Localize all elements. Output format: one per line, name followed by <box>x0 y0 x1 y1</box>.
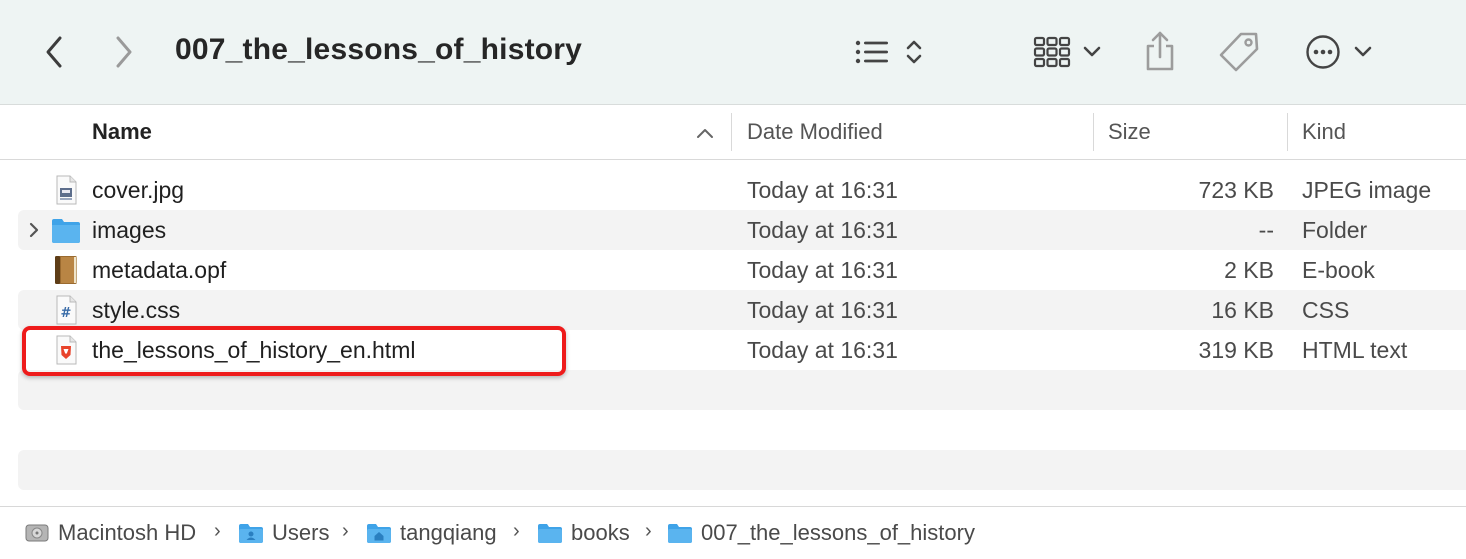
path-item-label: Macintosh HD <box>58 520 197 545</box>
file-date-modified: Today at 16:31 <box>747 257 898 283</box>
forward-button[interactable] <box>106 30 142 74</box>
view-options-button[interactable] <box>850 30 928 74</box>
path-item-label: books <box>571 520 630 545</box>
file-row[interactable]: metadata.opf Today at 16:31 2 KB E-book <box>18 250 1466 290</box>
folder-icon <box>538 524 562 543</box>
path-separator: › <box>342 520 349 542</box>
ebook-file-icon <box>55 256 77 284</box>
file-date-modified: Today at 16:31 <box>747 177 898 203</box>
column-header-date-modified[interactable]: Date Modified <box>747 119 883 145</box>
file-date-modified: Today at 16:31 <box>747 297 898 323</box>
empty-row <box>18 370 1466 410</box>
file-kind: HTML text <box>1302 337 1408 363</box>
file-kind: Folder <box>1302 217 1368 243</box>
file-size: 319 KB <box>1198 337 1274 363</box>
share-icon <box>1146 31 1174 71</box>
file-size: 2 KB <box>1224 257 1274 283</box>
group-by-button[interactable] <box>1028 30 1106 74</box>
toolbar: 007_the_lessons_of_history <box>0 0 1466 105</box>
path-item-current-folder[interactable]: 007_the_lessons_of_history <box>667 520 975 546</box>
file-size: 723 KB <box>1198 177 1274 203</box>
folder-icon <box>52 219 80 243</box>
column-header-name[interactable]: Name <box>92 119 152 145</box>
file-date-modified: Today at 16:31 <box>747 337 898 363</box>
column-divider[interactable] <box>731 113 732 151</box>
path-item-tangqiang[interactable]: tangqiang <box>366 520 497 546</box>
path-item-macintosh-hd[interactable]: Macintosh HD <box>24 520 196 546</box>
chevron-left-icon <box>46 36 62 68</box>
users-folder-icon <box>239 524 263 543</box>
window-title: 007_the_lessons_of_history <box>175 33 583 66</box>
share-button[interactable] <box>1140 26 1180 76</box>
file-row[interactable]: # style.css Today at 16:31 16 KB CSS <box>18 290 1466 330</box>
jpeg-file-icon <box>56 175 77 205</box>
folder-icon <box>668 524 692 543</box>
file-size: -- <box>1258 217 1274 243</box>
chevron-down-icon <box>1083 46 1101 57</box>
column-divider[interactable] <box>1093 113 1094 151</box>
path-item-books[interactable]: books <box>537 520 630 546</box>
path-item-label: tangqiang <box>400 520 497 545</box>
path-item-users[interactable]: Users <box>238 520 329 546</box>
column-header-size[interactable]: Size <box>1108 119 1151 145</box>
svg-text:#: # <box>61 306 72 321</box>
file-name: metadata.opf <box>92 257 227 283</box>
path-item-label: Users <box>272 520 330 545</box>
file-row[interactable]: cover.jpg Today at 16:31 723 KB JPEG ima… <box>18 170 1466 210</box>
file-kind: JPEG image <box>1302 177 1432 203</box>
file-row[interactable]: images Today at 16:31 -- Folder <box>18 210 1466 250</box>
more-ellipsis-icon <box>1306 35 1340 69</box>
chevron-right-icon <box>116 36 132 68</box>
tag-icon <box>1219 32 1259 72</box>
path-separator: › <box>513 520 520 542</box>
file-name: style.css <box>92 297 181 323</box>
chevron-down-icon <box>1354 46 1372 57</box>
path-separator: › <box>645 520 652 542</box>
column-divider[interactable] <box>1287 113 1288 151</box>
file-name: cover.jpg <box>92 177 185 203</box>
disclosure-triangle-icon[interactable] <box>26 220 42 240</box>
sort-updown-icon <box>906 40 922 64</box>
sort-ascending-icon[interactable] <box>694 125 716 141</box>
home-folder-icon <box>367 524 391 543</box>
path-item-label: 007_the_lessons_of_history <box>701 520 975 545</box>
file-date-modified: Today at 16:31 <box>747 217 898 243</box>
tag-button[interactable] <box>1216 28 1262 76</box>
file-name: images <box>92 217 167 243</box>
grid-view-icon <box>1033 36 1071 68</box>
file-kind: CSS <box>1302 297 1350 323</box>
file-size: 16 KB <box>1211 297 1274 323</box>
back-button[interactable] <box>36 30 72 74</box>
column-header-bar: Name Date Modified Size Kind <box>0 105 1466 160</box>
path-bar: Macintosh HD › Users › tangqiang › books… <box>0 506 1466 559</box>
highlight-annotation-box <box>22 326 566 376</box>
empty-row <box>18 450 1466 490</box>
css-file-icon: # <box>56 295 77 325</box>
file-kind: E-book <box>1302 257 1375 283</box>
column-header-kind[interactable]: Kind <box>1302 119 1346 145</box>
list-view-icon <box>855 40 888 64</box>
path-separator: › <box>214 520 221 542</box>
hard-drive-icon <box>25 524 49 542</box>
more-actions-button[interactable] <box>1302 30 1376 74</box>
